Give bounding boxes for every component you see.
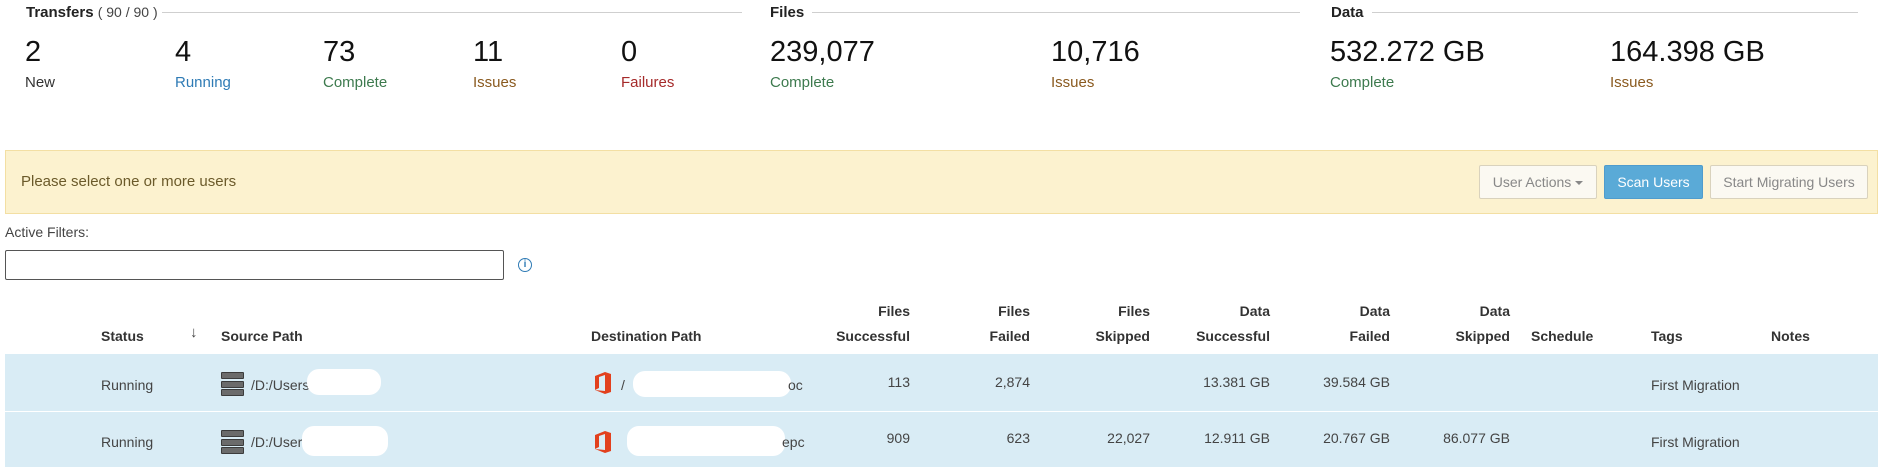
redaction-mark (633, 371, 791, 397)
header-data-successful-line1[interactable]: Data (1170, 303, 1270, 319)
header-data-failed-line1[interactable]: Data (1290, 303, 1390, 319)
row-destination-path-suffix: epc (782, 434, 805, 450)
scan-users-button[interactable]: Scan Users (1604, 165, 1703, 199)
row-data-failed: 20.767 GB (1323, 430, 1390, 446)
data-divider (1372, 12, 1858, 13)
header-files-failed-line1[interactable]: Files (930, 303, 1030, 319)
header-files-successful-line1[interactable]: Files (810, 303, 910, 319)
stat-data-issues-value: 164.398 GB (1610, 36, 1765, 68)
office365-icon (595, 431, 611, 453)
stat-data-issues[interactable]: 164.398 GB Issues (1610, 36, 1765, 91)
header-destination-path[interactable]: Destination Path (591, 328, 701, 344)
row-destination-path-prefix[interactable]: / (621, 377, 625, 393)
caret-down-icon (1575, 181, 1584, 186)
row-files-skipped: 22,027 (1107, 430, 1150, 446)
stat-complete[interactable]: 73 Complete (323, 36, 387, 91)
row-files-successful: 909 (886, 430, 910, 446)
row-source-path[interactable]: /D:/Users/ (251, 377, 313, 393)
row-tags: First Migration (1651, 434, 1740, 450)
stat-data-issues-label: Issues (1610, 74, 1654, 91)
redaction-mark (302, 426, 388, 456)
header-data-skipped-line2[interactable]: Skipped (1410, 328, 1510, 344)
row-data-skipped: 86.077 GB (1443, 430, 1510, 446)
header-files-skipped-line2[interactable]: Skipped (1050, 328, 1150, 344)
start-migrating-users-button[interactable]: Start Migrating Users (1710, 165, 1868, 199)
user-actions-label: User Actions (1492, 174, 1572, 190)
header-data-skipped-line1[interactable]: Data (1410, 303, 1510, 319)
stat-failures-value: 0 (621, 36, 638, 68)
row-data-successful: 13.381 GB (1203, 374, 1270, 390)
stat-files-issues-label: Issues (1051, 74, 1095, 91)
stat-complete-label: Complete (323, 74, 388, 91)
selection-alert: Please select one or more users User Act… (5, 150, 1878, 214)
sort-down-icon[interactable]: ↓ (190, 324, 198, 341)
stat-issues-label: Issues (473, 74, 517, 91)
transfers-title: Transfers ( 90 / 90 ) (26, 4, 158, 21)
row-tags: First Migration (1651, 377, 1740, 393)
header-source-path[interactable]: Source Path (221, 328, 303, 344)
stat-running-value: 4 (175, 36, 192, 68)
stat-data-complete-label: Complete (1330, 74, 1395, 91)
stat-files-complete: 239,077 Complete (770, 36, 875, 91)
stat-new-value: 2 (25, 36, 42, 68)
transfers-count: ( 90 / 90 ) (97, 4, 158, 20)
header-notes[interactable]: Notes (1771, 328, 1810, 344)
header-tags[interactable]: Tags (1651, 328, 1683, 344)
info-circle-icon[interactable]: i (518, 258, 532, 272)
files-title: Files (770, 4, 805, 21)
stat-running[interactable]: 4 Running (175, 36, 231, 91)
stat-new-label: New (25, 74, 56, 91)
stat-issues-value: 11 (473, 36, 504, 68)
table-row[interactable]: Running /D:/Users/ / oc 113 2,874 13.381… (5, 354, 1878, 411)
stat-files-issues[interactable]: 10,716 Issues (1051, 36, 1140, 91)
row-files-failed: 623 (1006, 430, 1030, 446)
user-actions-button[interactable]: User Actions (1479, 165, 1597, 199)
stat-failures-label: Failures (621, 74, 675, 91)
row-destination-path-suffix: oc (788, 377, 803, 393)
active-filters-label: Active Filters: (5, 224, 90, 240)
header-files-successful-line2[interactable]: Successful (810, 328, 910, 344)
stat-data-complete-value: 532.272 GB (1330, 36, 1485, 68)
table-row[interactable]: Running /D:/User epc 909 623 22,027 12.9… (5, 412, 1878, 467)
stat-files-issues-value: 10,716 (1051, 36, 1140, 68)
office365-icon (595, 372, 611, 394)
row-files-successful: 113 (887, 374, 910, 390)
data-title: Data (1331, 4, 1364, 21)
redaction-mark (627, 426, 785, 456)
server-icon (221, 372, 244, 396)
row-files-failed: 2,874 (994, 374, 1030, 390)
row-data-successful: 12.911 GB (1204, 430, 1270, 446)
header-schedule[interactable]: Schedule (1531, 328, 1593, 344)
transfers-title-text: Transfers (26, 4, 94, 21)
header-data-successful-line2[interactable]: Successful (1170, 328, 1270, 344)
stat-issues[interactable]: 11 Issues (473, 36, 516, 91)
header-data-failed-line2[interactable]: Failed (1290, 328, 1390, 344)
alert-message: Please select one or more users (21, 173, 237, 190)
stat-running-label: Running (175, 74, 231, 91)
stat-failures[interactable]: 0 Failures (621, 36, 674, 91)
stat-files-complete-label: Complete (770, 74, 835, 91)
redaction-mark (307, 369, 381, 395)
row-status: Running (101, 434, 154, 450)
row-status: Running (101, 377, 154, 393)
header-files-skipped-line1[interactable]: Files (1050, 303, 1150, 319)
header-status[interactable]: Status (101, 328, 144, 344)
stat-complete-value: 73 (323, 36, 356, 68)
row-source-path[interactable]: /D:/User (251, 434, 302, 450)
header-files-failed-line2[interactable]: Failed (930, 328, 1030, 344)
active-filters-input[interactable] (5, 250, 504, 280)
transfers-divider (162, 12, 742, 13)
files-divider (812, 12, 1300, 13)
stat-new: 2 New (25, 36, 55, 91)
stat-files-complete-value: 239,077 (770, 36, 875, 68)
server-icon (221, 430, 244, 454)
row-data-failed: 39.584 GB (1323, 374, 1390, 390)
stat-data-complete: 532.272 GB Complete (1330, 36, 1485, 91)
